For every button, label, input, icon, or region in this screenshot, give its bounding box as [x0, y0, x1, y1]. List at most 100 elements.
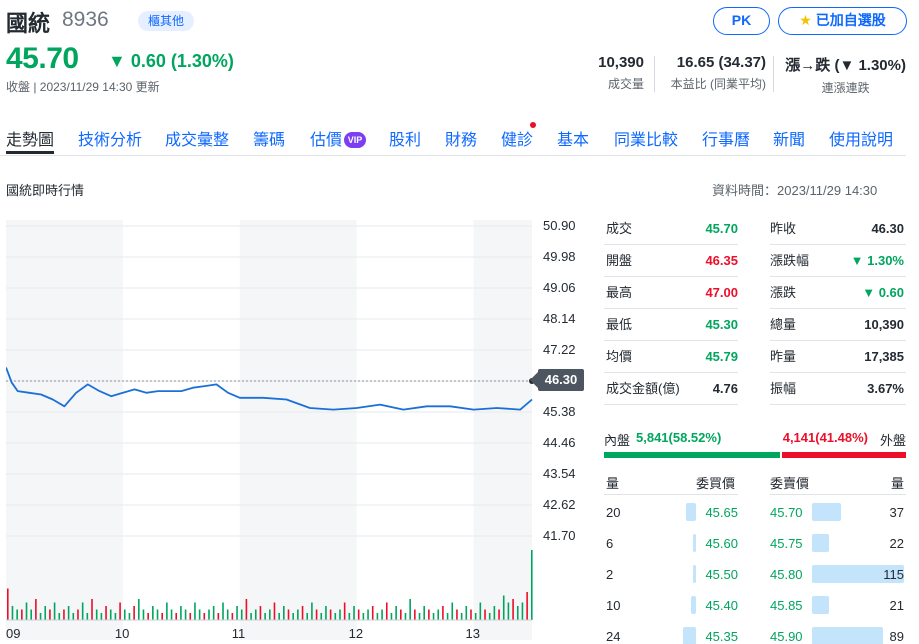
stat-value: 漲→跌 (▼ 1.30%) — [785, 57, 906, 74]
price-change: ▼ 0.60 (1.30%) — [108, 51, 234, 71]
quote-row: 成交 45.70 昨收 46.30 — [604, 213, 906, 245]
tab-valuation[interactable]: 估價 VIP — [310, 126, 367, 150]
stock-name: 國統 — [6, 11, 51, 36]
tab-news[interactable]: 新聞 — [773, 126, 805, 150]
volume-bar — [269, 609, 271, 620]
x-tick-label: 12 — [348, 626, 364, 641]
quote-value: 45.30 — [705, 317, 738, 332]
y-tick-label: 47.22 — [543, 342, 576, 357]
tab-technical[interactable]: 技術分析 — [78, 126, 142, 150]
volume-bar — [428, 609, 430, 620]
y-tick-label: 48.14 — [543, 311, 576, 326]
star-icon: ★ — [799, 12, 812, 28]
quote-value: 4.76 — [712, 381, 738, 396]
buy-qty: 10 — [606, 598, 621, 613]
watchlist-button[interactable]: ★ 已加自選股 — [778, 7, 907, 35]
volume-bar — [329, 609, 332, 620]
x-tick-label: 09 — [6, 626, 21, 641]
volume-bar — [35, 599, 37, 620]
volume-bar — [460, 613, 463, 620]
volume-bar — [339, 609, 341, 620]
volume-bar — [245, 599, 248, 620]
tab-chips[interactable]: 籌碼 — [253, 126, 285, 150]
volume-bar — [400, 609, 402, 620]
inner-outer-panel: 內盤 5,841(58.52%) 4,141(41.48%) 外盤 — [604, 430, 906, 460]
quote-value: 46.35 — [705, 253, 738, 268]
tab-dividend[interactable]: 股利 — [389, 126, 421, 150]
order-book: 量 委買價 委賣價 量 20 45.65 45.70 37 6 45.60 45.75 22 2… — [604, 467, 906, 644]
volume-bar — [175, 613, 178, 620]
volume-bar — [385, 602, 388, 620]
sell-volume-bar — [812, 596, 829, 614]
volume-bar — [194, 602, 196, 620]
volume-bar — [292, 613, 294, 620]
stat-label: 本益比 (同業平均) — [670, 77, 766, 91]
quote-label: 成交金額(億) — [606, 381, 680, 396]
volume-bar — [21, 609, 23, 620]
volume-bar — [152, 606, 154, 620]
stat-value: 10,390 — [598, 54, 644, 71]
volume-bar — [531, 550, 533, 620]
divider — [770, 404, 906, 405]
volume-bar — [44, 606, 47, 620]
volume-bar — [498, 609, 500, 620]
quote-value: 3.67% — [867, 381, 904, 396]
tab-trades[interactable]: 成交彙整 — [165, 126, 229, 150]
volume-bar — [58, 613, 61, 620]
stat-value: 16.65 (34.37) — [676, 54, 766, 71]
quote-value: 10,390 — [864, 317, 904, 332]
tab-trend[interactable]: 走勢圖 — [6, 126, 54, 150]
category-badge[interactable]: 櫃其他 — [138, 11, 195, 31]
volume-bar — [147, 613, 149, 620]
tab-financial[interactable]: 財務 — [445, 126, 477, 150]
volume-bar — [442, 606, 444, 620]
volume-bar — [142, 609, 145, 620]
volume-bar — [170, 609, 173, 620]
volume-bar — [11, 606, 14, 620]
volume-bar — [128, 613, 131, 620]
stat-label: 成交量 — [607, 77, 644, 91]
volume-bar — [156, 609, 159, 620]
stat-divider — [773, 56, 774, 92]
sell-price: 45.80 — [770, 567, 803, 582]
volume-bar — [371, 606, 374, 620]
sell-qty: 37 — [889, 505, 904, 520]
volume-bar — [217, 613, 220, 620]
volume-bar — [114, 613, 117, 620]
tab-basic[interactable]: 基本 — [557, 126, 589, 150]
volume-bar — [287, 609, 290, 620]
stat-streak: 漲→跌 (▼ 1.30%) 連漲連跌 — [785, 54, 906, 96]
quote-row: 均價 45.79 昨量 17,385 — [604, 341, 906, 373]
quote-row: 最高 47.00 漲跌 ▼ 0.60 — [604, 277, 906, 309]
volume-bar — [334, 613, 337, 620]
volume-bar — [180, 606, 182, 620]
data-time: 資料時間：2023/11/29 14:30 — [712, 183, 878, 198]
volume-bar — [198, 609, 201, 620]
volume-bar — [119, 602, 121, 620]
volume-bar — [91, 599, 93, 620]
volume-bar — [77, 609, 79, 620]
tab-peer-compare[interactable]: 同業比較 — [614, 126, 678, 150]
volume-bar — [507, 602, 510, 620]
quote-value: 45.79 — [705, 349, 738, 364]
volume-bar — [240, 609, 243, 620]
buy-qty: 20 — [606, 505, 621, 520]
outer-bar — [781, 452, 906, 458]
quote-value: 46.30 — [871, 221, 904, 236]
tab-help[interactable]: 使用說明 — [829, 126, 893, 150]
volume-bar — [409, 599, 411, 620]
tab-calendar[interactable]: 行事曆 — [702, 126, 750, 150]
volume-bar — [357, 609, 360, 620]
volume-bar — [423, 606, 425, 620]
intraday-chart[interactable] — [6, 220, 536, 640]
tab-diagnosis[interactable]: 健診 — [501, 126, 533, 150]
tab-bar: 走勢圖 技術分析 成交彙整 籌碼 估價 VIP 股利 財務 健診 基本 同業比較 … — [0, 126, 919, 156]
volume-bar — [437, 609, 440, 620]
volume-bar — [189, 613, 192, 620]
volume-bar — [231, 613, 234, 620]
volume-bar — [105, 606, 107, 620]
volume-bar — [63, 609, 65, 620]
pk-button[interactable]: PK — [713, 7, 770, 35]
volume-bar — [343, 602, 346, 620]
stat-label: 連漲連跌 — [821, 81, 870, 95]
